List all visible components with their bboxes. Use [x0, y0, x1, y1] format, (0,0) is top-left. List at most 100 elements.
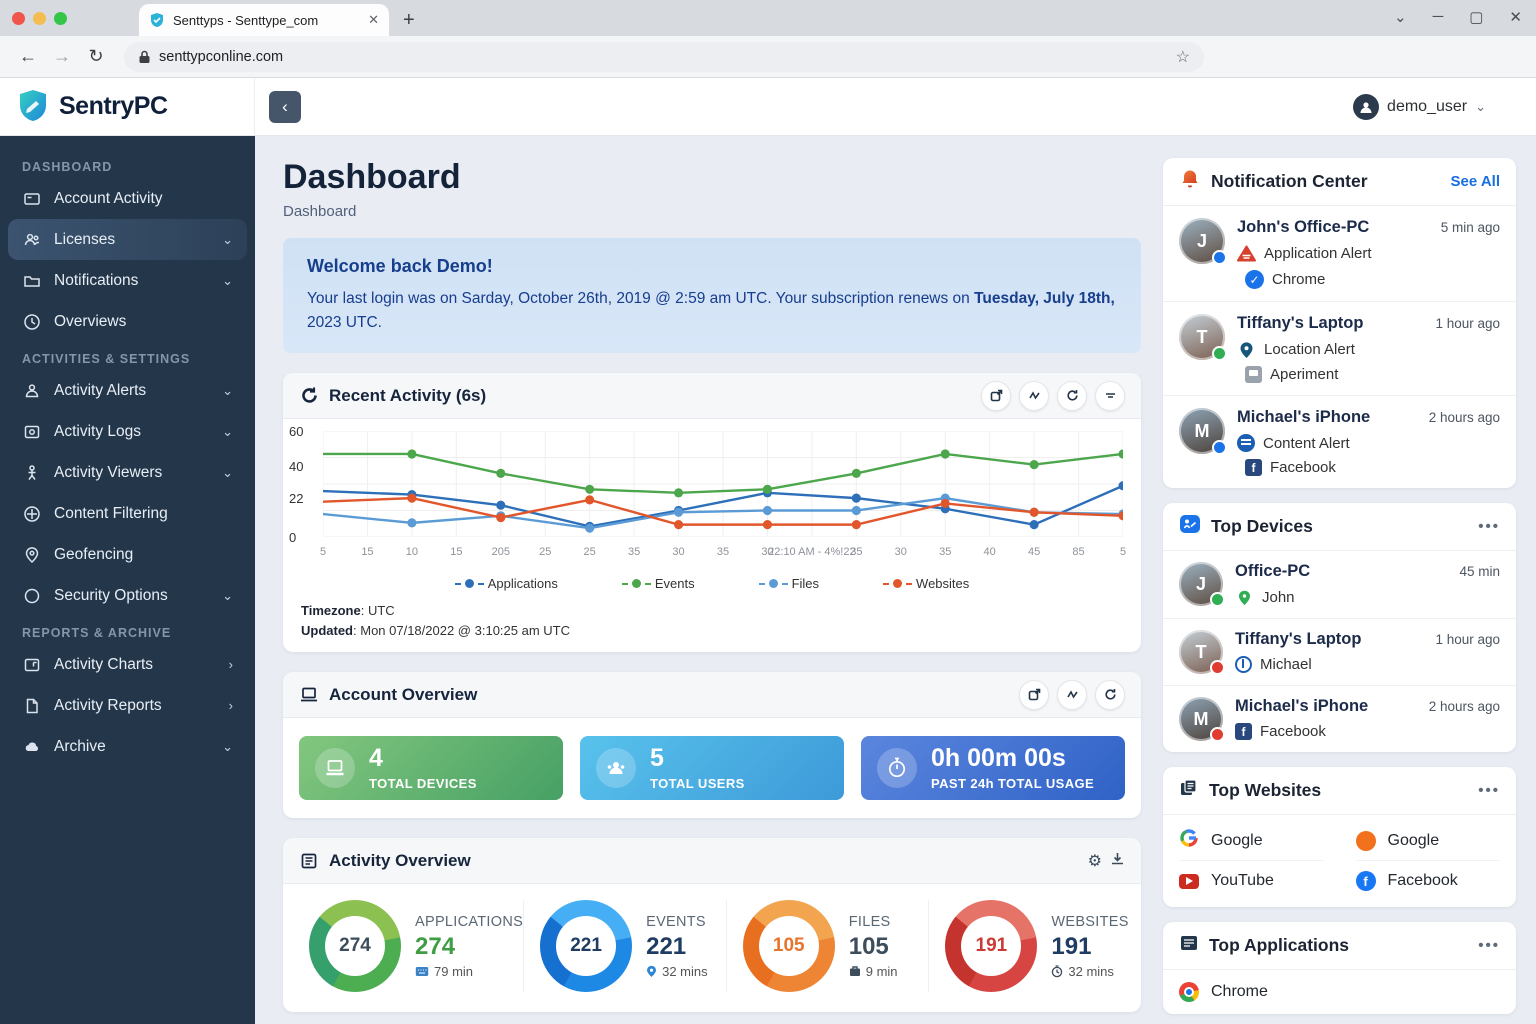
- x-tick-label: 35: [717, 546, 729, 558]
- legend-item[interactable]: Events: [622, 576, 695, 591]
- sidebar-item-activity-viewers[interactable]: Activity Viewers ⌄: [0, 452, 255, 493]
- sidebar-item-security-options[interactable]: Security Options ⌄: [0, 575, 255, 616]
- sidebar-item-geofencing[interactable]: Geofencing: [0, 534, 255, 575]
- sidebar-item-account-activity[interactable]: Account Activity: [0, 178, 255, 219]
- status-badge: [1212, 346, 1227, 361]
- user-menu[interactable]: demo_user ⌄: [1353, 94, 1486, 120]
- download-icon[interactable]: [1110, 851, 1125, 871]
- forward-icon[interactable]: →: [48, 46, 76, 67]
- chrome-check-icon: ✓: [1245, 270, 1264, 289]
- back-icon[interactable]: ←: [14, 46, 42, 67]
- chart-x-labels: 515101520525253530353022:10 AM - 4%!2235…: [323, 546, 1123, 564]
- new-tab-button[interactable]: +: [403, 9, 415, 32]
- breadcrumb: Dashboard: [283, 203, 1141, 220]
- x-tick-label: 85: [1072, 546, 1084, 558]
- legend-item[interactable]: Websites: [883, 576, 969, 591]
- recent-activity-title: Recent Activity (6s): [329, 386, 486, 406]
- brand[interactable]: SentryPC: [0, 78, 255, 135]
- events-donut: 221: [540, 900, 632, 992]
- notification-item[interactable]: T Tiffany's Laptop1 hour ago Location Al…: [1163, 302, 1516, 396]
- close-window-icon[interactable]: [12, 12, 25, 25]
- lock-icon: [138, 50, 151, 64]
- application-row[interactable]: Chrome: [1163, 970, 1516, 1014]
- browser-toolbar: ← → ↻ senttypconline.com ☆: [0, 36, 1536, 78]
- legend-label: Files: [792, 576, 819, 591]
- notification-item[interactable]: J John's Office-PC5 min ago Application …: [1163, 206, 1516, 302]
- reload-icon[interactable]: ↻: [82, 46, 110, 67]
- stat-events: 221 EVENTS 221 32 mins: [524, 900, 727, 992]
- website-row[interactable]: YouTube: [1179, 861, 1324, 901]
- expand-button[interactable]: [981, 381, 1011, 411]
- window-maximize-icon[interactable]: ▢: [1469, 8, 1483, 26]
- recent-activity-chart: [323, 431, 1123, 537]
- website-row[interactable]: f Facebook: [1356, 861, 1501, 901]
- timestamp: 1 hour ago: [1435, 316, 1500, 331]
- alert-source: Chrome: [1272, 271, 1325, 288]
- chevron-down-icon: ⌄: [222, 739, 233, 755]
- sidebar-item-activity-reports[interactable]: Activity Reports ›: [0, 685, 255, 726]
- website-row[interactable]: Google: [1356, 821, 1501, 861]
- status-badge: [1210, 727, 1225, 742]
- url-bar[interactable]: senttypconline.com ☆: [124, 42, 1204, 72]
- legend-label: Applications: [488, 576, 558, 591]
- chart-y-labels: 6040220: [289, 431, 315, 537]
- brand-shield-icon: [16, 88, 50, 126]
- device-row[interactable]: M Michael's iPhone2 hours ago fFacebook: [1163, 686, 1516, 752]
- y-tick-label: 40: [289, 459, 303, 474]
- legend-item[interactable]: Applications: [455, 576, 558, 591]
- window-chevron-icon[interactable]: ⌄: [1394, 8, 1407, 26]
- sidebar-item-overviews[interactable]: Overviews: [0, 301, 255, 342]
- menu-dots-icon[interactable]: •••: [1478, 782, 1500, 799]
- sidebar-item-notifications[interactable]: Notifications ⌄: [0, 260, 255, 301]
- trend-button[interactable]: [1019, 381, 1049, 411]
- user-circle-icon: [1235, 656, 1252, 673]
- alert-type: Application Alert: [1264, 245, 1372, 262]
- device-row[interactable]: J Office-PC45 min John: [1163, 551, 1516, 619]
- tab-title: Senttyps - Senttype_com: [173, 13, 360, 28]
- legend-item[interactable]: Files: [759, 576, 819, 591]
- browser-tab[interactable]: Senttyps - Senttype_com ✕: [139, 4, 389, 36]
- chevron-down-icon: ⌄: [222, 383, 233, 399]
- sidebar-collapse-button[interactable]: ‹: [269, 91, 301, 123]
- menu-dots-icon[interactable]: •••: [1478, 937, 1500, 954]
- device-row[interactable]: T Tiffany's Laptop1 hour ago Michael: [1163, 619, 1516, 686]
- x-tick-label: 22:10 AM - 4%!22: [768, 546, 855, 558]
- gear-icon[interactable]: ⚙: [1088, 851, 1102, 871]
- alert-source: Aperiment: [1270, 366, 1338, 383]
- timestamp: 2 hours ago: [1429, 699, 1500, 714]
- sidebar-item-archive[interactable]: Archive ⌄: [0, 726, 255, 767]
- window-close-icon[interactable]: ✕: [1509, 8, 1522, 26]
- refresh-button[interactable]: [1095, 680, 1125, 710]
- zoom-window-icon[interactable]: [54, 12, 67, 25]
- sidebar-item-content-filtering[interactable]: Content Filtering: [0, 493, 255, 534]
- menu-dots-icon[interactable]: •••: [1478, 518, 1500, 535]
- notification-item[interactable]: M Michael's iPhone2 hours ago Content Al…: [1163, 396, 1516, 488]
- sidebar-item-activity-logs[interactable]: Activity Logs ⌄: [0, 411, 255, 452]
- tab-favicon-shield-icon: [149, 12, 165, 28]
- refresh-button[interactable]: [1057, 381, 1087, 411]
- window-minimize-icon[interactable]: ─: [1433, 8, 1444, 26]
- bookmark-star-icon[interactable]: ☆: [1176, 47, 1190, 67]
- sidebar-item-licenses[interactable]: Licenses ⌄: [8, 219, 247, 260]
- chevron-down-icon: ⌄: [222, 588, 233, 604]
- chart-legend: Applications Events Files Websites: [283, 568, 1141, 593]
- filter-button[interactable]: [1095, 381, 1125, 411]
- sidebar-item-activity-charts[interactable]: Activity Charts ›: [0, 644, 255, 685]
- notification-center-title: Notification Center: [1211, 171, 1441, 192]
- sidebar-item-activity-alerts[interactable]: Activity Alerts ⌄: [0, 370, 255, 411]
- expand-button[interactable]: [1019, 680, 1049, 710]
- trend-button[interactable]: [1057, 680, 1087, 710]
- top-devices-title: Top Devices: [1211, 516, 1468, 537]
- chevron-right-icon: ›: [229, 657, 233, 672]
- clock-icon: [22, 312, 41, 331]
- total-users-card: 5 TOTAL USERS: [580, 736, 844, 800]
- device-user: Facebook: [1260, 723, 1326, 740]
- total-usage-value: 0h 00m 00s: [931, 745, 1094, 773]
- website-row[interactable]: Google: [1179, 821, 1324, 861]
- laptop-icon: [315, 748, 355, 788]
- folder-icon: [22, 271, 41, 290]
- tab-close-icon[interactable]: ✕: [368, 12, 379, 28]
- see-all-link[interactable]: See All: [1451, 173, 1500, 190]
- minimize-window-icon[interactable]: [33, 12, 46, 25]
- facebook-icon: f: [1235, 723, 1252, 740]
